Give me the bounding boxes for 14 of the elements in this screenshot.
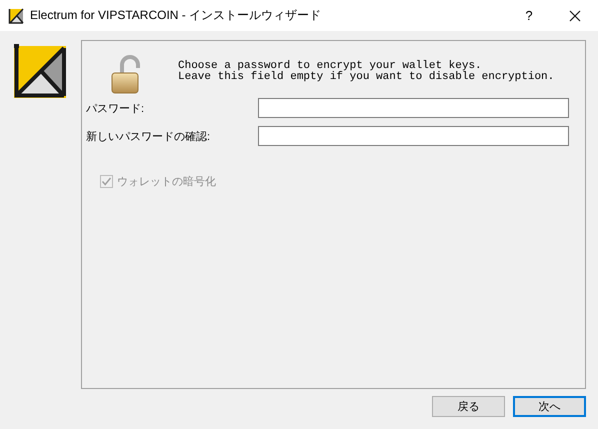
field-label: 新しいパスワードの確認:	[86, 130, 212, 144]
checkbox-label: ウォレットの暗号化	[117, 174, 216, 189]
wizard-button[interactable]: 戻る	[432, 396, 505, 417]
window-title: Electrum for VIPSTARCOIN - インストールウィザード	[30, 7, 322, 24]
password-field[interactable]	[258, 98, 569, 118]
close-icon[interactable]	[569, 10, 581, 22]
wizard-button[interactable]: 次へ	[513, 396, 586, 417]
app-logo-icon	[8, 8, 24, 24]
wallet-logo-icon	[12, 44, 66, 98]
instruction-text: Choose a password to encrypt your wallet keys.	[178, 61, 482, 72]
password-field[interactable]	[258, 126, 569, 146]
instruction-text: Leave this field empty if you want to disable encryption.	[178, 72, 554, 83]
field-label: パスワード:	[86, 102, 146, 116]
help-button[interactable]: ?	[506, 0, 552, 31]
